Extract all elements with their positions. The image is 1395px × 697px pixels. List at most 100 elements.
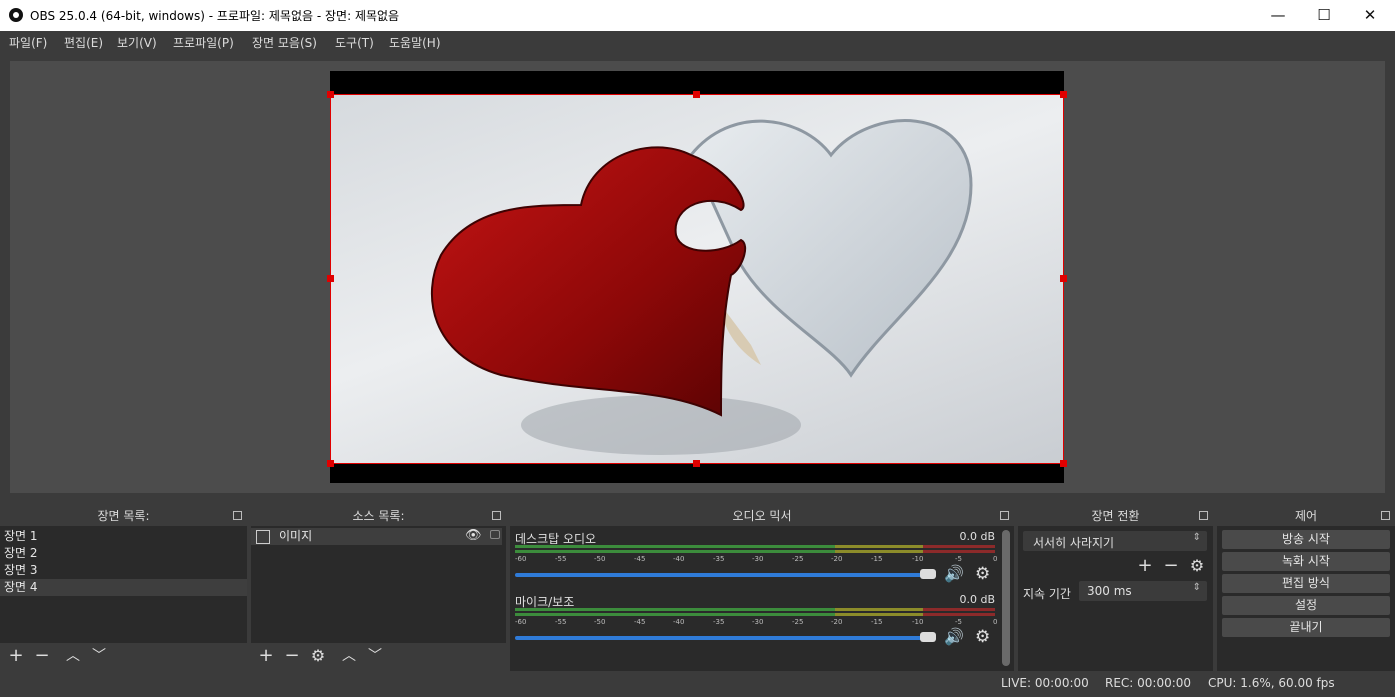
- transition-gear-icon[interactable]: ⚙: [1187, 556, 1207, 576]
- tick: -5: [955, 618, 962, 626]
- settings-button[interactable]: 설정: [1222, 596, 1390, 615]
- volume-meter-green: [515, 608, 835, 611]
- sources-toolbar: + − ⚙ ︿ ﹀: [251, 643, 506, 671]
- volume-meter-red: [923, 545, 995, 548]
- visibility-eye-icon[interactable]: 👁: [465, 528, 482, 543]
- volume-slider-track[interactable]: [515, 636, 930, 640]
- tick: -60: [515, 618, 527, 626]
- duration-spinbox[interactable]: 300 ms ⇕: [1079, 581, 1207, 601]
- speaker-icon[interactable]: 🔊: [944, 627, 964, 646]
- remove-source-button[interactable]: −: [282, 646, 302, 666]
- undock-icon[interactable]: [1000, 511, 1009, 520]
- tick: -30: [752, 555, 764, 563]
- add-scene-button[interactable]: +: [6, 646, 26, 666]
- menu-file[interactable]: 파일(F): [9, 34, 47, 51]
- window-title: OBS 25.0.4 (64-bit, windows) - 프로파일: 제목없…: [30, 9, 400, 23]
- controls-dock: 제어 방송 시작 녹화 시작 편집 방식 설정 끝내기: [1217, 506, 1395, 671]
- tick: -15: [871, 555, 883, 563]
- volume-slider-handle[interactable]: [920, 632, 936, 642]
- volume-meter-red: [923, 613, 995, 616]
- lock-icon[interactable]: [490, 530, 500, 539]
- start-recording-button[interactable]: 녹화 시작: [1222, 552, 1390, 571]
- scene-item-3[interactable]: 장면 3: [0, 562, 247, 579]
- resize-handle-top-left[interactable]: [327, 91, 334, 98]
- resize-handle-top[interactable]: [693, 91, 700, 98]
- volume-meter-yellow: [835, 545, 923, 548]
- chevron-updown-icon: ⇕: [1192, 532, 1201, 543]
- tick: -45: [634, 618, 646, 626]
- remove-scene-button[interactable]: −: [32, 646, 52, 666]
- scenes-toolbar: + − ︿ ﹀: [0, 643, 247, 671]
- volume-meter-green: [515, 545, 835, 548]
- add-source-button[interactable]: +: [256, 646, 276, 666]
- mixer-scrollbar[interactable]: [1002, 530, 1010, 666]
- tick: -55: [555, 555, 567, 563]
- resize-handle-left[interactable]: [327, 275, 334, 282]
- tick: -35: [713, 555, 725, 563]
- spin-arrows-icon[interactable]: ⇕: [1193, 582, 1201, 593]
- move-scene-down-button[interactable]: ﹀: [89, 646, 109, 666]
- audio-mixer-dock: 오디오 믹서 데스크탑 오디오 0.0 dB -60 -55 -50 -45 -…: [510, 506, 1014, 671]
- exit-button[interactable]: 끝내기: [1222, 618, 1390, 637]
- selection-box[interactable]: [330, 94, 1064, 464]
- cpu-fps-status: CPU: 1.6%, 60.00 fps: [1208, 676, 1335, 690]
- start-streaming-button[interactable]: 방송 시작: [1222, 530, 1390, 549]
- volume-meter-green: [515, 613, 835, 616]
- menu-scene-collection[interactable]: 장면 모음(S): [252, 34, 317, 51]
- tick: -50: [594, 555, 606, 563]
- menu-edit[interactable]: 편집(E): [64, 34, 103, 51]
- resize-handle-right[interactable]: [1060, 275, 1067, 282]
- volume-slider-track[interactable]: [515, 573, 930, 577]
- tick: -10: [912, 618, 924, 626]
- studio-mode-button[interactable]: 편집 방식: [1222, 574, 1390, 593]
- resize-handle-bottom[interactable]: [693, 460, 700, 467]
- tick: -50: [594, 618, 606, 626]
- sources-title: 소스 목록:: [251, 506, 506, 526]
- speaker-icon[interactable]: 🔊: [944, 564, 964, 583]
- add-transition-button[interactable]: +: [1135, 556, 1155, 576]
- resize-handle-bottom-left[interactable]: [327, 460, 334, 467]
- volume-meter-red: [923, 608, 995, 611]
- channel-desktop-audio-db: 0.0 dB: [959, 530, 995, 543]
- scene-item-4[interactable]: 장면 4: [0, 579, 247, 596]
- source-properties-gear-icon[interactable]: ⚙: [308, 646, 328, 666]
- channel-gear-icon[interactable]: ⚙: [975, 627, 990, 647]
- close-button[interactable]: ✕: [1347, 0, 1393, 31]
- scene-item-1[interactable]: 장면 1: [0, 528, 247, 545]
- volume-slider-handle[interactable]: [920, 569, 936, 579]
- undock-icon[interactable]: [233, 511, 242, 520]
- maximize-button[interactable]: ☐: [1301, 0, 1347, 31]
- resize-handle-top-right[interactable]: [1060, 91, 1067, 98]
- resize-handle-bottom-right[interactable]: [1060, 460, 1067, 467]
- tick: -25: [792, 555, 804, 563]
- meter-scale: -60 -55 -50 -45 -40 -35 -30 -25 -20 -15 …: [515, 555, 999, 565]
- scenes-title: 장면 목록:: [0, 506, 247, 526]
- menu-help[interactable]: 도움말(H): [389, 34, 441, 51]
- tick: -40: [673, 618, 685, 626]
- transition-select[interactable]: 서서히 사라지기 ⇕: [1023, 531, 1207, 551]
- menu-tools[interactable]: 도구(T): [335, 34, 374, 51]
- minimize-button[interactable]: —: [1255, 0, 1301, 31]
- scene-item-2[interactable]: 장면 2: [0, 545, 247, 562]
- volume-meter-yellow: [835, 613, 923, 616]
- duration-label: 지속 기간: [1023, 587, 1071, 601]
- menu-profile[interactable]: 프로파일(P): [173, 34, 234, 51]
- move-source-down-button[interactable]: ﹀: [365, 646, 385, 666]
- remove-transition-button[interactable]: −: [1161, 556, 1181, 576]
- tick: -55: [555, 618, 567, 626]
- undock-icon[interactable]: [1381, 511, 1390, 520]
- channel-gear-icon[interactable]: ⚙: [975, 564, 990, 584]
- undock-icon[interactable]: [1199, 511, 1208, 520]
- channel-mic-aux-db: 0.0 dB: [959, 593, 995, 606]
- tick: 0: [993, 618, 998, 626]
- image-source-icon: [256, 530, 270, 544]
- undock-icon[interactable]: [492, 511, 501, 520]
- tick: -5: [955, 555, 962, 563]
- rec-timer: REC: 00:00:00: [1105, 676, 1192, 690]
- move-scene-up-button[interactable]: ︿: [63, 646, 83, 666]
- tick: -20: [831, 618, 843, 626]
- controls-title: 제어: [1217, 506, 1395, 526]
- menu-view[interactable]: 보기(V): [117, 34, 157, 51]
- transitions-dock: 장면 전환 서서히 사라지기 ⇕ + − ⚙ 지속 기간 300 ms ⇕: [1018, 506, 1213, 671]
- move-source-up-button[interactable]: ︿: [339, 646, 359, 666]
